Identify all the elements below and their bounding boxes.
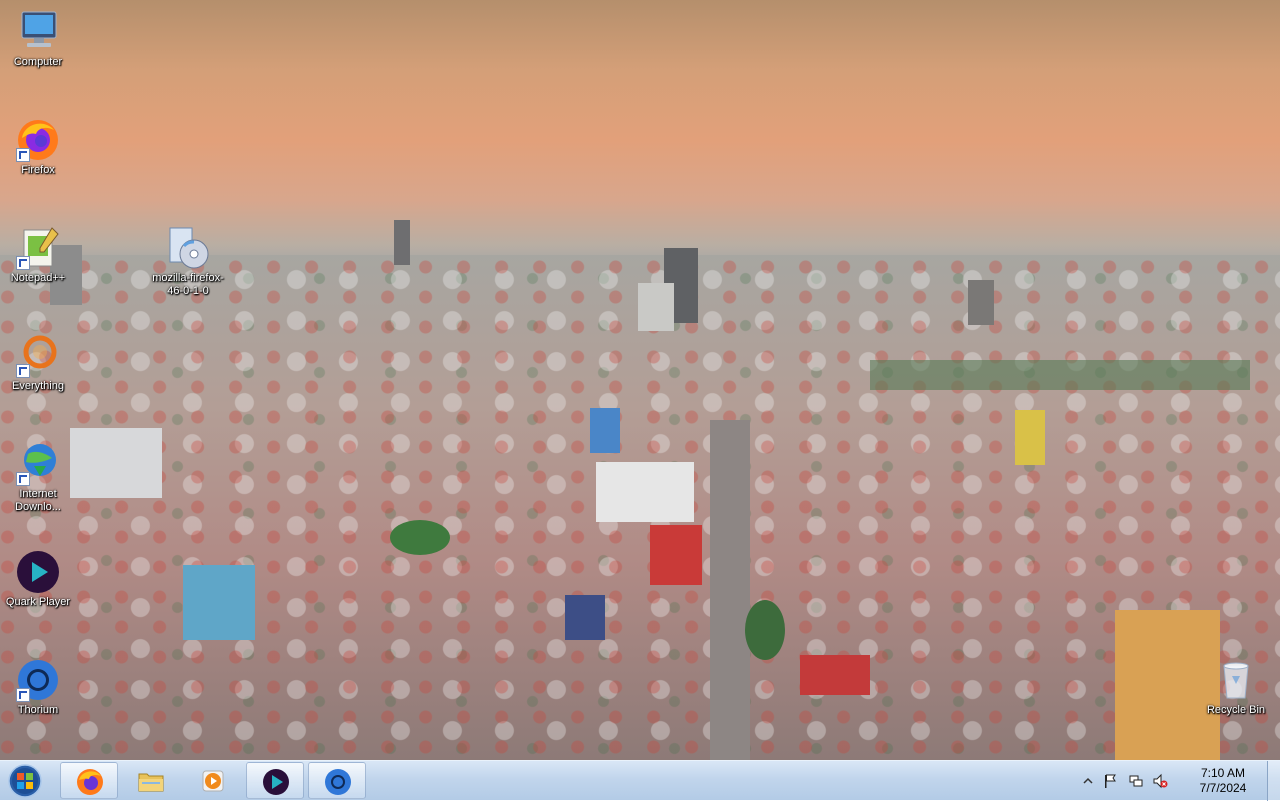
shortcut-arrow-icon [16,256,30,270]
desktop-icon-firefox-installer[interactable]: mozilla-firefox-46-0-1-0 [150,224,226,298]
desktop-icon-label: Everything [12,380,64,392]
desktop-icon-thorium[interactable]: Thorium [0,656,76,717]
shortcut-arrow-icon [16,364,30,378]
recycle-bin-icon [1212,656,1260,704]
clock[interactable]: 7:10 AM 7/7/2024 [1188,766,1258,796]
desktop-icon-label: Recycle Bin [1206,704,1266,716]
desktop-icon-label: Internet Downlo... [15,488,61,513]
building-right [968,280,994,325]
shortcut-arrow-icon [16,688,30,702]
show-hidden-icons-arrow[interactable] [1080,773,1096,789]
clock-date: 7/7/2024 [1199,781,1247,795]
quark-player-icon [263,769,289,795]
system-tray: 7:10 AM 7/7/2024 [1080,761,1280,801]
taskbar-media-player[interactable] [184,762,242,799]
desktop-icon-label: Computer [13,56,63,68]
action-center-flag-icon[interactable] [1102,773,1118,789]
blue-building [183,565,255,640]
desktop-icon-label: Quark Player [5,596,71,608]
clock-time: 7:10 AM [1200,766,1246,780]
park-strip [870,360,1250,390]
internet-download-manager-icon [14,440,62,488]
desktop-icon-internet-download-manager[interactable]: Internet Downlo... [0,440,76,514]
desktop-icon-recycle-bin[interactable]: Recycle Bin [1198,656,1274,717]
taskbar-windows-explorer[interactable] [122,762,180,799]
billboard [565,595,605,640]
taskbar: 7:10 AM 7/7/2024 [0,760,1280,801]
tree-cluster [390,520,450,555]
desktop-icon-label: Notepad++ [10,272,66,284]
white-block [70,428,162,498]
taskbar-quark-player[interactable] [246,762,304,799]
desktop-icon-everything[interactable]: Everything [0,332,76,393]
thorium-icon [14,656,62,704]
taskbar-thorium[interactable] [308,762,366,799]
everything-icon [14,332,62,380]
folder-icon [138,773,164,792]
desktop-icon-label: mozilla-firefox-46-0-1-0 [152,272,224,297]
taskbar-firefox[interactable] [60,762,118,799]
desktop-icon-notepadpp[interactable]: Notepad++ [0,224,76,285]
desktop-icon-quark-player[interactable]: Quark Player [0,548,76,609]
desktop-icon-label: Firefox [21,164,55,176]
desktop-icon-label: Thorium [17,704,59,716]
network-icon[interactable] [1128,773,1144,789]
desktop-wallpaper[interactable]: Computer Firefox Notepad++ mozilla-firef… [0,0,1280,760]
show-desktop-button[interactable] [1267,761,1280,801]
thorium-icon [325,769,351,795]
street [710,420,750,760]
firefox-icon [14,116,62,164]
desktop-icon-firefox[interactable]: Firefox [0,116,76,177]
shortcut-arrow-icon [16,148,30,162]
start-button[interactable] [4,762,46,800]
media-player-icon [202,770,224,792]
firefox-icon [77,769,103,795]
shortcut-arrow-icon [16,472,30,486]
red-roof-building [650,525,702,585]
volume-muted-icon[interactable] [1152,773,1168,789]
distant-tower [394,220,410,265]
start-orb-icon [8,764,42,798]
red-roof-building [800,655,870,695]
white-building [638,283,674,331]
blue-tower [590,408,620,453]
computer-icon [14,8,62,56]
desktop-icon-computer[interactable]: Computer [0,8,76,69]
white-block [596,462,694,522]
yellow-building [1015,410,1045,465]
notepadpp-icon [14,224,62,272]
installer-disc-icon [164,224,212,272]
tree-cluster [745,600,785,660]
quark-player-icon [14,548,62,596]
